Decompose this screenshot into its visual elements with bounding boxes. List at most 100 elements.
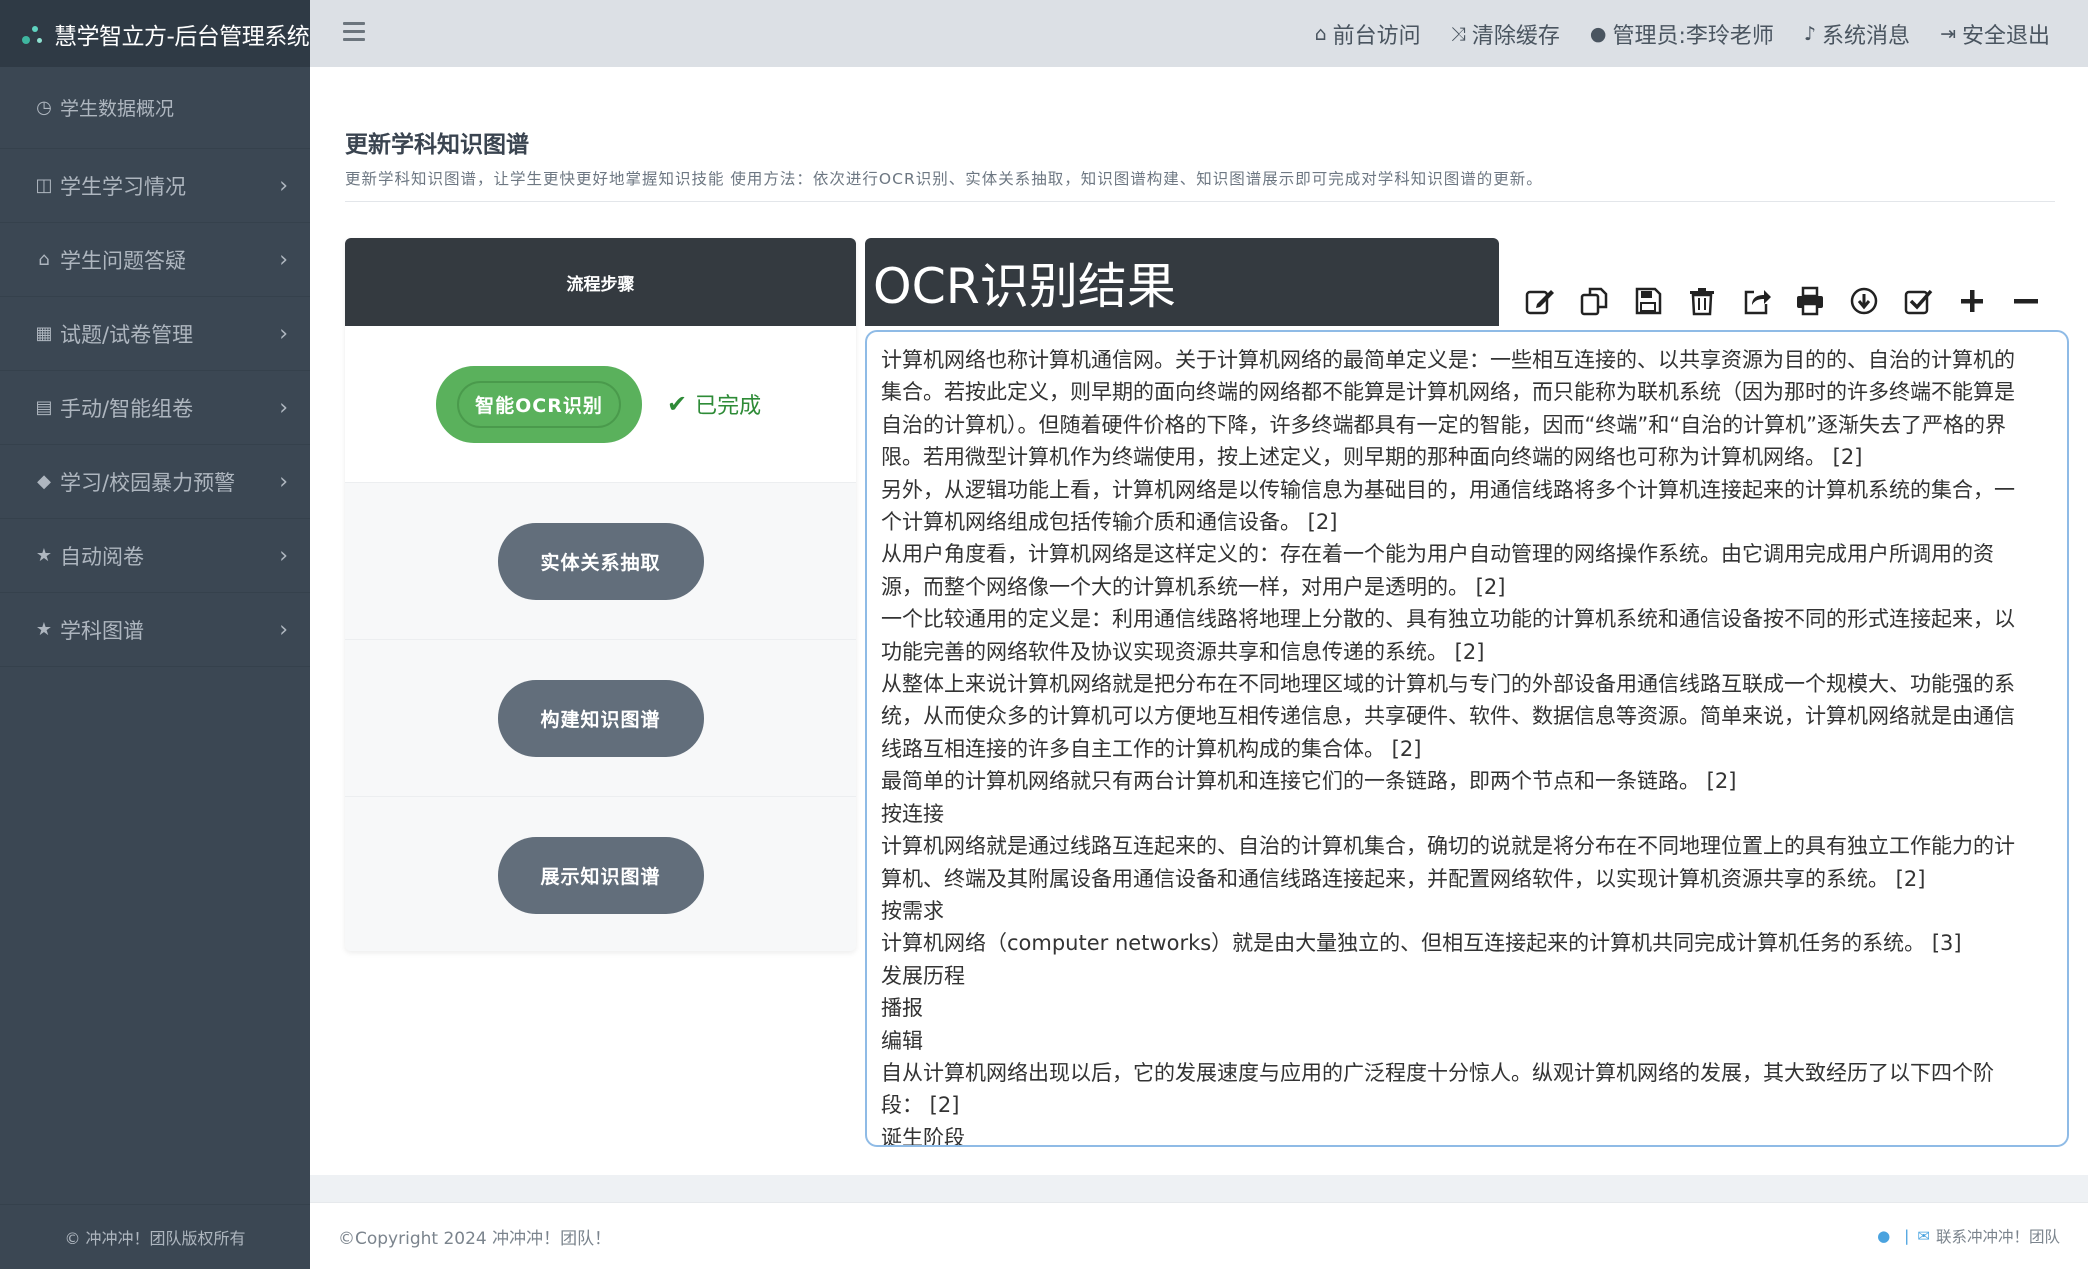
ocr-line: 个计算机网络组成包括传输介质和通信设备。 [2] xyxy=(881,510,1338,535)
plus-icon[interactable] xyxy=(1952,281,1992,321)
chevron-right-icon: › xyxy=(279,543,288,568)
user-icon: ● xyxy=(1877,1227,1891,1245)
check-square-icon[interactable] xyxy=(1898,281,1938,321)
top-nav: ⌂ 前台访问 ⤨ 清除缓存 ● 管理员:李玲老师 ♪ 系统消息 ⇥ 安全退出 xyxy=(1285,0,2050,67)
delete-icon[interactable] xyxy=(1682,281,1722,321)
chevron-right-icon: › xyxy=(279,321,288,346)
ocr-line: 计算机网络就是通过线路互连起来的、自治的计算机集合，确切的说就是将分布在不同地理… xyxy=(881,834,2015,859)
messages-link[interactable]: ♪ 系统消息 xyxy=(1804,18,1910,50)
home-icon: ⌂ xyxy=(1314,22,1327,45)
sidebar-item-5[interactable]: ◆ 学习/校园暴力预警 › xyxy=(0,445,310,519)
step-row-show: 展示知识图谱 xyxy=(345,797,856,951)
sidebar-item-6[interactable]: ★ 自动阅卷 › xyxy=(0,519,310,593)
ocr-line: 一个比较通用的定义是：利用通信线路将地理上分散的、具有独立功能的计算机系统和通信… xyxy=(881,607,2015,632)
page-description: 更新学科知识图谱，让学生更快更好地掌握知识技能 使用方法：依次进行OCR识别、实… xyxy=(345,170,1543,188)
ocr-line: 源，而整个网络像一个大的计算机系统一样，对用户是透明的。 [2] xyxy=(881,574,1506,599)
chevron-right-icon: › xyxy=(279,247,288,272)
check-icon: ✔ xyxy=(667,390,688,418)
brand-title: 慧学智立方-后台管理系统 xyxy=(54,23,310,50)
ocr-line: 线路互相连接的许多自主工作的计算机构成的集合体。 [2] xyxy=(881,736,1422,761)
sidebar-item-1[interactable]: ◫ 学生学习情况 › xyxy=(0,149,310,223)
contact-link[interactable]: 联系冲冲冲！团队 xyxy=(1936,1225,2060,1247)
list-alt-icon: ▤ xyxy=(35,397,53,418)
steps-header: 流程步骤 xyxy=(345,238,856,326)
ocr-line: 播报 xyxy=(881,996,923,1021)
table-icon: ▦ xyxy=(35,323,53,344)
brand-logo-icon xyxy=(18,20,46,48)
chevron-right-icon: › xyxy=(279,395,288,420)
chevron-right-icon: › xyxy=(279,469,288,494)
sidebar-item-0[interactable]: ◷ 学生数据概况 xyxy=(0,67,310,149)
ocr-line: 计算机网络也称计算机通信网。关于计算机网络的最简单定义是：一些相互连接的、以共享… xyxy=(881,348,2015,372)
envelope-icon: ✉ xyxy=(1917,1227,1930,1245)
ocr-line: 另外，从逻辑功能上看，计算机网络是以传输信息为基础目的，用通信线路将多个计算机连… xyxy=(881,477,2015,502)
entity-extraction-button[interactable]: 实体关系抽取 xyxy=(497,522,704,600)
build-graph-button[interactable]: 构建知识图谱 xyxy=(497,679,704,757)
step-row-ocr: 智能OCR识别 ✔ 已完成 xyxy=(345,326,856,483)
step-row-extract: 实体关系抽取 xyxy=(345,483,856,640)
logout-link[interactable]: ⇥ 安全退出 xyxy=(1940,18,2050,50)
divider xyxy=(345,201,2055,202)
menu-toggle-icon[interactable] xyxy=(343,22,365,42)
sidebar-item-label: 试题/试卷管理 xyxy=(60,322,194,347)
ocr-result-title: OCR识别结果 xyxy=(865,238,1499,326)
sidebar-item-label: 学生数据概况 xyxy=(60,98,175,120)
status-badge: ✔ 已完成 xyxy=(667,388,761,420)
download-icon[interactable] xyxy=(1844,281,1884,321)
footer-copyright: ©Copyright 2024 冲冲冲！团队！ xyxy=(338,1228,612,1249)
ocr-step-label: 智能OCR识别 xyxy=(457,380,621,428)
save-icon[interactable] xyxy=(1628,281,1668,321)
ocr-line: 最简单的计算机网络就只有两台计算机和连接它们的一条链路，即两个节点和一条链路。 … xyxy=(881,769,1737,794)
admin-label: 管理员:李玲老师 xyxy=(1612,23,1774,49)
process-steps-card: 流程步骤 智能OCR识别 ✔ 已完成 实体关系抽取 构建知识图谱 展示知识图谱 xyxy=(345,238,856,951)
page-title: 更新学科知识图谱 xyxy=(345,132,529,158)
sidebar-item-3[interactable]: ▦ 试题/试卷管理 › xyxy=(0,297,310,371)
ocr-line: 自从计算机网络出现以后，它的发展速度与应用的广泛程度十分惊人。纵观计算机网络的发… xyxy=(881,1060,1994,1085)
ocr-line: 从整体上来说计算机网络就是把分布在不同地理区域的计算机与专门的外部设备用通信线路… xyxy=(881,672,2015,697)
clear-cache-link[interactable]: ⤨ 清除缓存 xyxy=(1451,18,1560,50)
sidebar: 慧学智立方-后台管理系统 ◷ 学生数据概况 ◫ 学生学习情况 › ⌂ 学生问题答疑 › ▦ 试题/… xyxy=(0,0,310,1269)
sidebar-item-label: 学生学习情况 xyxy=(60,174,186,199)
ocr-line: 从用户角度看，计算机网络是这样定义的：存在着一个能为用户自动管理的网络操作系统。… xyxy=(881,542,1994,567)
sidebar-menu: ◷ 学生数据概况 ◫ 学生学习情况 › ⌂ 学生问题答疑 › ▦ 试题/试卷管理 › ▤ 手动/智能组卷… xyxy=(0,67,310,667)
random-icon: ⤨ xyxy=(1450,22,1466,45)
ocr-result-textarea[interactable]: 计算机网络也称计算机通信网。关于计算机网络的最简单定义是：一些相互连接的、以共享… xyxy=(865,330,2069,1147)
ocr-toolbar xyxy=(1520,281,2060,321)
sidebar-item-label: 学科图谱 xyxy=(60,618,144,643)
minus-icon[interactable] xyxy=(2006,281,2046,321)
columns-icon: ◫ xyxy=(35,175,53,196)
tags-icon: ◆ xyxy=(37,471,51,492)
ocr-line: 按连接 xyxy=(881,801,944,826)
done-label: 已完成 xyxy=(695,394,762,419)
front-visit-label: 前台访问 xyxy=(1332,23,1421,49)
sidebar-item-2[interactable]: ⌂ 学生问题答疑 › xyxy=(0,223,310,297)
step-row-build: 构建知识图谱 xyxy=(345,640,856,797)
edit-icon[interactable] xyxy=(1520,281,1560,321)
show-graph-button[interactable]: 展示知识图谱 xyxy=(497,836,704,914)
sidebar-copyright: © 冲冲冲！团队版权所有 xyxy=(0,1204,310,1269)
sidebar-item-7[interactable]: ★ 学科图谱 › xyxy=(0,593,310,667)
front-visit-link[interactable]: ⌂ 前台访问 xyxy=(1315,18,1421,50)
topbar: ⌂ 前台访问 ⤨ 清除缓存 ● 管理员:李玲老师 ♪ 系统消息 ⇥ 安全退出 xyxy=(310,0,2088,67)
ocr-line: 诞生阶段 xyxy=(881,1125,965,1147)
ocr-line: 自治的计算机）。但随着硬件价格的下降，许多终端都具有一定的智能，因而“终端”和“… xyxy=(881,412,2007,437)
sidebar-item-4[interactable]: ▤ 手动/智能组卷 › xyxy=(0,371,310,445)
sidebar-item-label: 手动/智能组卷 xyxy=(60,396,194,421)
ocr-step-button[interactable]: 智能OCR识别 xyxy=(436,365,642,443)
copy-icon[interactable] xyxy=(1574,281,1614,321)
main-content: 更新学科知识图谱 更新学科知识图谱，让学生更快更好地掌握知识技能 使用方法：依次… xyxy=(310,67,2088,1175)
ocr-line: 集合。若按此定义，则早期的面向终端的网络都不能算是计算机网络，而只能称为联机系统… xyxy=(881,380,2015,405)
logout-label: 安全退出 xyxy=(1961,23,2050,49)
share-icon[interactable] xyxy=(1736,281,1776,321)
brand[interactable]: 慧学智立方-后台管理系统 xyxy=(0,0,310,67)
sidebar-item-label: 学习/校园暴力预警 xyxy=(60,470,236,495)
footer: ©Copyright 2024 冲冲冲！团队！ ● | ✉ 联系冲冲冲！团队 xyxy=(310,1202,2088,1269)
ocr-line: 按需求 xyxy=(881,898,944,923)
dashboard-icon: ◷ xyxy=(36,97,52,118)
sidebar-item-label: 学生问题答疑 xyxy=(60,248,186,273)
star-icon: ★ xyxy=(35,619,53,640)
ocr-line: 发展历程 xyxy=(881,963,965,988)
admin-link[interactable]: ● 管理员:李玲老师 xyxy=(1590,18,1774,50)
ocr-line: 编辑 xyxy=(881,1028,923,1053)
print-icon[interactable] xyxy=(1790,281,1830,321)
